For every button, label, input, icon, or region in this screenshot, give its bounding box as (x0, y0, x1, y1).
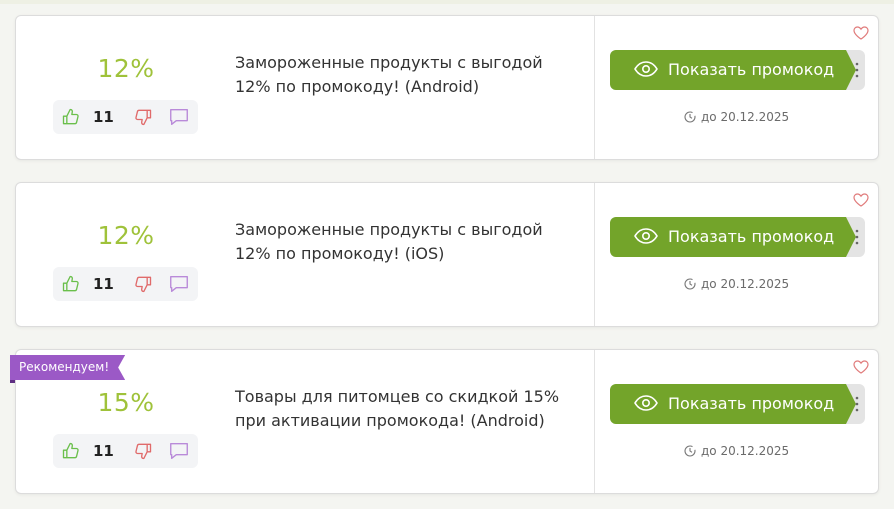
offer-card: 12% 11 Замороженные продукты с выгодой 1… (15, 182, 879, 327)
promo-peek[interactable] (846, 50, 865, 90)
description-line: при активации промокода! (Android) (235, 411, 545, 430)
kebab-menu-icon (855, 62, 859, 78)
expiry-text: до 20.12.2025 (701, 444, 790, 458)
thumb-up-icon[interactable] (61, 274, 81, 294)
vote-panel: 11 (53, 267, 198, 301)
comment-icon[interactable] (168, 273, 190, 295)
thumb-up-icon[interactable] (61, 441, 81, 461)
show-promo-label: Показать промокод (668, 227, 835, 246)
discount-percent: 12% (97, 221, 155, 250)
description-line: Замороженные продукты с выгодой (235, 53, 543, 72)
kebab-menu-icon (855, 229, 859, 245)
discount-percent: 15% (97, 388, 155, 417)
thumb-down-icon[interactable] (133, 107, 153, 127)
heart-icon[interactable] (853, 193, 869, 207)
show-promo-button[interactable]: Показать промокод (610, 384, 854, 424)
eye-icon (634, 61, 658, 77)
recommended-badge: Рекомендуем! (10, 355, 125, 380)
description-line: 12% по промокоду! (Android) (235, 77, 480, 96)
badge-fold (10, 380, 15, 383)
offer-description[interactable]: Товары для питомцев со скидкой 15% при а… (235, 385, 575, 433)
expiry-date: до 20.12.2025 (684, 277, 789, 291)
comment-icon[interactable] (168, 106, 190, 128)
vote-panel: 11 (53, 100, 198, 134)
thumb-down-icon[interactable] (133, 274, 153, 294)
offer-description[interactable]: Замороженные продукты с выгодой 12% по п… (235, 51, 575, 99)
promo-peek[interactable] (846, 217, 865, 257)
show-promo-label: Показать промокод (668, 60, 835, 79)
show-promo-button[interactable]: Показать промокод (610, 50, 854, 90)
discount-percent: 12% (97, 54, 155, 83)
offer-description[interactable]: Замороженные продукты с выгодой 12% по п… (235, 218, 575, 266)
vote-count: 11 (93, 275, 114, 293)
promo-button-group: Показать промокод (610, 384, 865, 424)
expiry-date: до 20.12.2025 (684, 110, 789, 124)
description-line: Товары для питомцев со скидкой 15% (235, 387, 560, 406)
vote-panel: 11 (53, 434, 198, 468)
expiry-text: до 20.12.2025 (701, 277, 790, 291)
clock-icon (684, 111, 696, 123)
clock-icon (684, 445, 696, 457)
top-strip (0, 0, 894, 4)
vote-count: 11 (93, 108, 114, 126)
offer-card: 12% 11 Замороженные продукты с выгодой 1… (15, 15, 879, 160)
kebab-menu-icon (855, 396, 859, 412)
clock-icon (684, 278, 696, 290)
offer-card: 15% 11 Товары для питомцев со скидкой 15… (15, 349, 879, 494)
show-promo-button[interactable]: Показать промокод (610, 217, 854, 257)
vote-count: 11 (93, 442, 114, 460)
description-line: 12% по промокоду! (iOS) (235, 244, 445, 263)
comment-icon[interactable] (168, 440, 190, 462)
show-promo-label: Показать промокод (668, 394, 835, 413)
divider (594, 183, 595, 326)
eye-icon (634, 395, 658, 411)
promo-peek[interactable] (846, 384, 865, 424)
expiry-date: до 20.12.2025 (684, 444, 789, 458)
divider (594, 350, 595, 493)
expiry-text: до 20.12.2025 (701, 110, 790, 124)
eye-icon (634, 228, 658, 244)
thumb-down-icon[interactable] (133, 441, 153, 461)
divider (594, 16, 595, 159)
heart-icon[interactable] (853, 26, 869, 40)
heart-icon[interactable] (853, 360, 869, 374)
thumb-up-icon[interactable] (61, 107, 81, 127)
promo-button-group: Показать промокод (610, 50, 865, 90)
promo-button-group: Показать промокод (610, 217, 865, 257)
description-line: Замороженные продукты с выгодой (235, 220, 543, 239)
